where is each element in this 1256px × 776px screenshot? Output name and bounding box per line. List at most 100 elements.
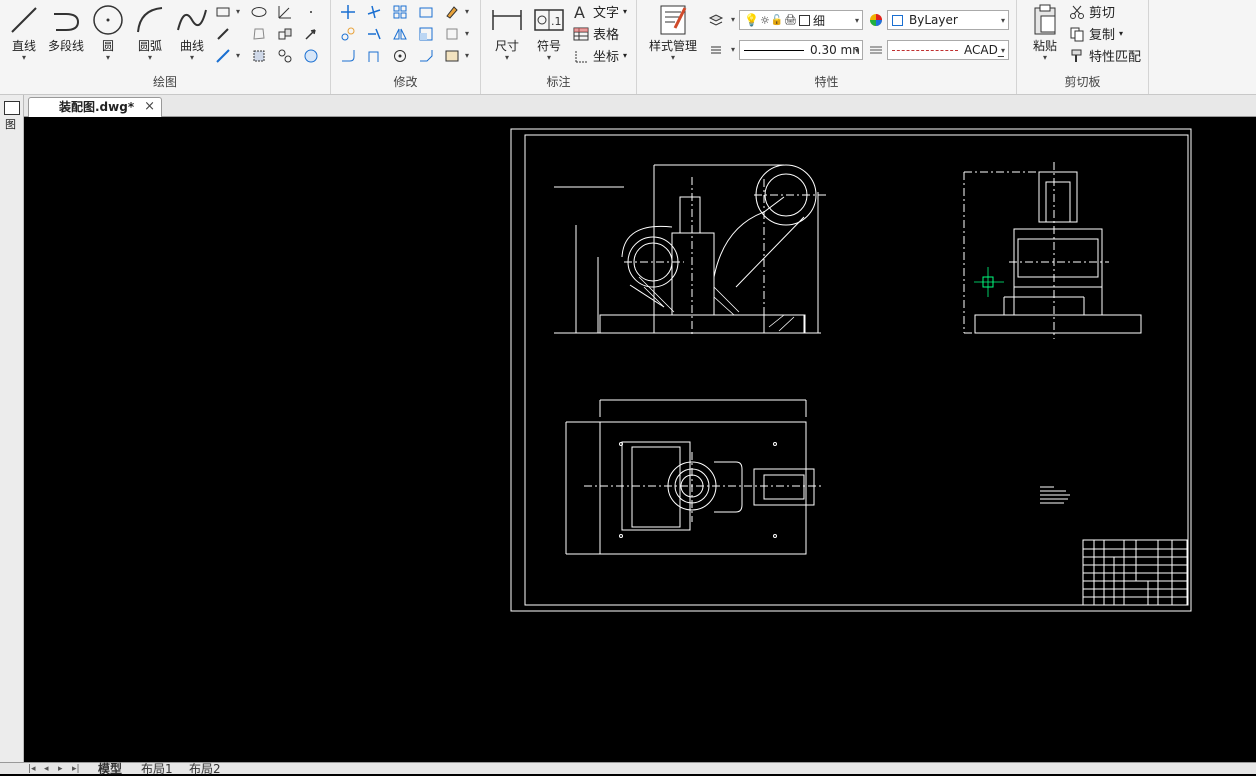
next-tab-arrow-icon[interactable]: ▸ (58, 763, 63, 775)
chevron-down-icon[interactable]: ▾ (731, 45, 735, 54)
rotate-tool[interactable] (389, 46, 411, 66)
line-button[interactable]: 直线 ▾ (2, 2, 46, 62)
ribbon: 直线 ▾ 多段线 圆 ▾ 圆弧 ▾ 曲线 ▾ ▾ ▾ 绘图 ▾ ▾ ▾ 修改 尺… (0, 0, 1256, 95)
text-icon: A (574, 4, 585, 20)
rectangle-icon (216, 7, 230, 17)
stretch-tool[interactable] (415, 2, 437, 22)
text-label: 文字 (593, 6, 620, 21)
curve-icon (177, 9, 207, 31)
first-tab-arrow-icon[interactable]: |◂ (28, 763, 36, 775)
chevron-down-icon: ▾ (21, 53, 26, 62)
palette-icon[interactable] (4, 101, 20, 115)
paste-button[interactable]: 粘贴 ▾ (1023, 2, 1067, 62)
document-tab[interactable]: 装配图.dwg* × (28, 97, 162, 117)
mirror-tool[interactable] (389, 24, 411, 44)
scissors-icon (1070, 5, 1084, 19)
chevron-down-icon: ▾ (189, 53, 194, 62)
close-icon[interactable]: × (144, 98, 155, 116)
chevron-down-icon[interactable]: ▾ (731, 15, 735, 24)
trim-icon (367, 5, 381, 19)
color-square-icon (892, 14, 903, 26)
chevron-down-icon[interactable]: ▾ (465, 51, 469, 60)
prev-tab-arrow-icon[interactable]: ◂ (44, 763, 49, 775)
curve-button[interactable]: 曲线 ▾ (170, 2, 214, 62)
chevron-down-icon: ▾ (105, 53, 110, 62)
annotate-panel: 尺寸 ▾ .1 符号 ▾ A 文字 ▾ 表格 坐标 ▾ 标注 (481, 0, 637, 94)
layer-combo[interactable]: 💡 ☼ 🔓 🖨 细 ▾ (739, 10, 863, 30)
chamfer-tool[interactable] (415, 46, 437, 66)
explode-tool[interactable] (441, 24, 463, 44)
break-tool[interactable] (441, 46, 463, 66)
svg-text:A: A (574, 4, 585, 20)
copy-button[interactable]: 复制 ▾ (1069, 24, 1123, 43)
offset-tool[interactable] (363, 46, 385, 66)
match-properties-label: 特性匹配 (1089, 50, 1142, 65)
ray-tool[interactable] (212, 46, 234, 66)
lock-icon: 🔓 (770, 14, 784, 26)
linetype-tool[interactable] (865, 40, 887, 60)
ellipse-tool[interactable] (248, 2, 270, 22)
style-manager-button[interactable]: 样式管理 ▾ (641, 2, 705, 62)
match-layer-tool[interactable] (705, 40, 727, 60)
rectangle-tool[interactable] (212, 2, 234, 22)
point-tool[interactable] (300, 2, 322, 22)
symbol-button[interactable]: .1 符号 ▾ (527, 2, 571, 62)
chevron-down-icon[interactable]: ▾ (236, 7, 240, 16)
svg-text:.1: .1 (551, 15, 562, 28)
last-tab-arrow-icon[interactable]: ▸| (72, 763, 80, 775)
layer-value: 细 (812, 13, 825, 28)
hatch-line-tool[interactable] (212, 24, 234, 44)
color-combo[interactable]: ByLayer ▾ (887, 10, 1009, 30)
leader-tool[interactable] (300, 24, 322, 44)
drawing-canvas[interactable] (24, 117, 1256, 762)
boundary-tool[interactable] (248, 46, 270, 66)
circle-button[interactable]: 圆 ▾ (86, 2, 130, 62)
chevron-down-icon: ▾ (854, 45, 859, 55)
layer-manager-tool[interactable] (705, 10, 727, 30)
block-tool[interactable] (274, 24, 296, 44)
wipeout-tool[interactable] (300, 46, 322, 66)
match-properties-button[interactable]: 特性匹配 (1069, 46, 1141, 65)
hatch-icon (217, 28, 229, 40)
extend-tool[interactable] (363, 24, 385, 44)
list-icon (711, 46, 721, 54)
dimension-button[interactable]: 尺寸 ▾ (485, 2, 529, 62)
chevron-down-icon[interactable]: ▾ (465, 7, 469, 16)
linetype-combo[interactable]: ACAD_ ▾ (887, 40, 1009, 60)
table-button[interactable]: 表格 (573, 24, 619, 43)
mirror-icon (393, 28, 407, 40)
cut-label: 剪切 (1089, 6, 1116, 21)
chevron-down-icon[interactable]: ▾ (465, 29, 469, 38)
curve-label: 曲线 (179, 39, 204, 53)
lineweight-combo[interactable]: 0.30 mn ▾ (739, 40, 863, 60)
properties-panel: 样式管理 ▾ ▾ 💡 ☼ 🔓 🖨 细 ▾ ByLayer ▾ ▾ 0.30 mn… (637, 0, 1017, 94)
dimension-label: 尺寸 (494, 39, 519, 53)
coordinate-button[interactable]: 坐标 ▾ (573, 46, 627, 65)
modify-panel-title: 修改 (393, 75, 418, 89)
group-icon (278, 49, 292, 63)
fillet-tool[interactable] (337, 46, 359, 66)
copy-icon (1070, 27, 1084, 41)
erase-tool[interactable] (441, 2, 463, 22)
xline-icon (278, 6, 291, 19)
clipboard-panel: 粘贴 ▾ 剪切 复制 ▾ 特性匹配 剪切板 (1017, 0, 1149, 94)
construction-line-tool[interactable] (274, 2, 296, 22)
trim-tool[interactable] (363, 2, 385, 22)
cut-button[interactable]: 剪切 (1069, 2, 1115, 21)
group-tool[interactable] (274, 46, 296, 66)
scale-tool[interactable] (415, 24, 437, 44)
chevron-down-icon[interactable]: ▾ (236, 51, 240, 60)
linetype-sample-icon (892, 49, 958, 51)
sun-icon: ☼ (759, 13, 770, 27)
array-tool[interactable] (389, 2, 411, 22)
polyline-button[interactable]: 多段线 (44, 2, 88, 54)
properties-panel-title: 特性 (814, 75, 839, 89)
color-wheel-icon (870, 14, 882, 26)
copy-object-tool[interactable] (337, 24, 359, 44)
symbol-label: 符号 (536, 39, 561, 53)
move-tool[interactable] (337, 2, 359, 22)
arc-button[interactable]: 圆弧 ▾ (128, 2, 172, 62)
text-button[interactable]: A 文字 ▾ (573, 2, 627, 22)
color-wheel-tool[interactable] (865, 10, 887, 30)
region-tool[interactable] (248, 24, 270, 44)
